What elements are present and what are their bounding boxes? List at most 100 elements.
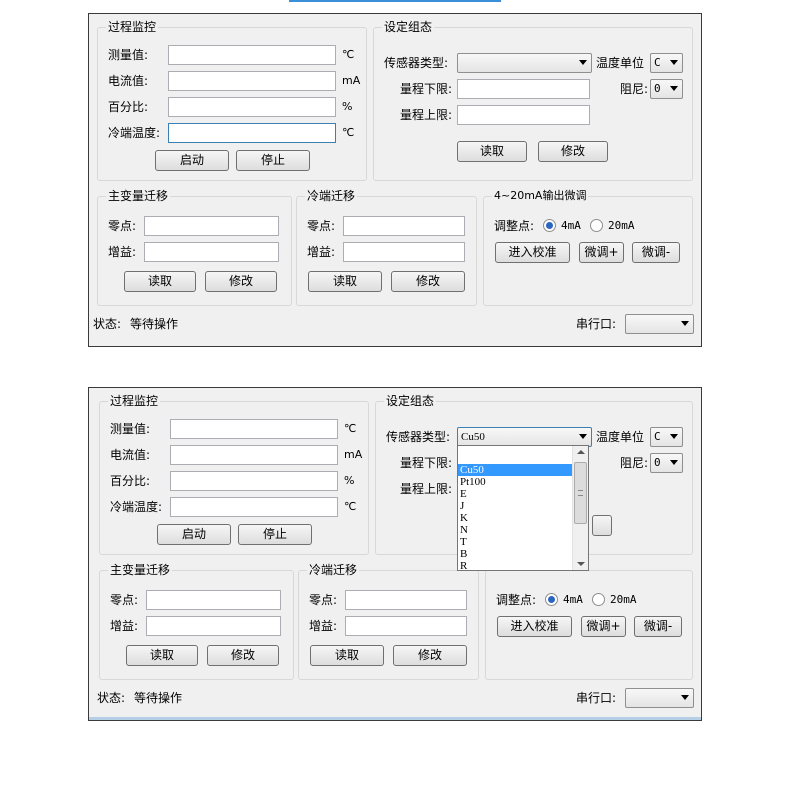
range-lower-label: 量程下限: bbox=[399, 82, 452, 96]
unit-celsius: ℃ bbox=[342, 126, 355, 139]
radio-4ma[interactable] bbox=[545, 593, 558, 606]
unit-ma: mA bbox=[342, 74, 361, 87]
dropdown-options: Cu50 Pt100 E J K N T B R bbox=[458, 464, 572, 570]
scroll-down-icon[interactable] bbox=[577, 562, 585, 566]
dropdown-option[interactable]: J bbox=[458, 500, 572, 512]
cold-read-button[interactable]: 读取 bbox=[310, 645, 384, 666]
stop-button[interactable]: 停止 bbox=[236, 150, 310, 171]
stop-button[interactable]: 停止 bbox=[238, 524, 312, 545]
trim-up-button[interactable]: 微调+ bbox=[581, 616, 626, 637]
dropdown-option[interactable]: Pt100 bbox=[458, 476, 572, 488]
dropdown-option[interactable]: B bbox=[458, 548, 572, 560]
current-label: 电流值: bbox=[110, 448, 151, 462]
dropdown-option[interactable]: T bbox=[458, 536, 572, 548]
status-label: 状态: bbox=[97, 691, 126, 705]
primary-read-button[interactable]: 读取 bbox=[126, 645, 198, 666]
output-trim-group: 调整点: 4mA 20mA 进入校准 微调+ 微调- bbox=[485, 570, 693, 680]
unit-celsius: ℃ bbox=[344, 500, 357, 513]
primary-gain-field[interactable] bbox=[144, 242, 279, 262]
current-value-field[interactable] bbox=[170, 445, 338, 465]
measured-value-field[interactable] bbox=[170, 419, 338, 439]
primary-modify-button[interactable]: 修改 bbox=[207, 645, 279, 666]
cold-read-button[interactable]: 读取 bbox=[308, 271, 382, 292]
group-title: 主变量迁移 bbox=[106, 189, 171, 203]
enter-calibration-button[interactable]: 进入校准 bbox=[497, 616, 572, 637]
measured-label: 测量值: bbox=[108, 48, 149, 62]
measured-value-field[interactable] bbox=[168, 45, 336, 65]
dropdown-option[interactable]: K bbox=[458, 512, 572, 524]
config-modify-button[interactable]: 修改 bbox=[538, 141, 608, 162]
percent-value-field[interactable] bbox=[168, 97, 336, 117]
cold-temp-field[interactable] bbox=[170, 497, 338, 517]
calibration-window-2: 过程监控 测量值: ℃ 电流值: mA 百分比: % 冷端温度: ℃ 启动 停止… bbox=[88, 387, 702, 721]
dropdown-option[interactable]: E bbox=[458, 488, 572, 500]
config-modify-button[interactable] bbox=[592, 515, 612, 536]
zero-label: 零点: bbox=[307, 219, 336, 233]
temp-unit-select[interactable]: C bbox=[650, 53, 683, 73]
cold-gain-field[interactable] bbox=[345, 616, 467, 636]
zero-label: 零点: bbox=[309, 593, 338, 607]
config-read-button[interactable]: 读取 bbox=[457, 141, 527, 162]
primary-zero-field[interactable] bbox=[144, 216, 279, 236]
primary-shift-group: 主变量迁移 零点: 增益: 读取 修改 bbox=[97, 189, 292, 306]
radio-20ma[interactable] bbox=[590, 219, 603, 232]
percent-value-field[interactable] bbox=[170, 471, 338, 491]
dropdown-option[interactable]: N bbox=[458, 524, 572, 536]
resistance-select[interactable]: 0 bbox=[650, 79, 683, 99]
dropdown-scrollbar[interactable] bbox=[572, 446, 588, 570]
sensor-type-select[interactable] bbox=[457, 53, 592, 73]
range-upper-field[interactable] bbox=[457, 105, 590, 125]
unit-percent: % bbox=[344, 474, 355, 487]
resistance-label: 阻尼: bbox=[619, 82, 648, 96]
primary-modify-button[interactable]: 修改 bbox=[205, 271, 277, 292]
start-button[interactable]: 启动 bbox=[157, 524, 231, 545]
radio-4ma[interactable] bbox=[543, 219, 556, 232]
cold-modify-button[interactable]: 修改 bbox=[393, 645, 467, 666]
chevron-down-icon bbox=[681, 321, 689, 326]
radio-20ma[interactable] bbox=[592, 593, 605, 606]
cold-shift-group: 冷端迁移 零点: 增益: 读取 修改 bbox=[296, 189, 477, 306]
cold-shift-group: 冷端迁移 零点: 增益: 读取 修改 bbox=[298, 563, 479, 680]
sensor-type-value: Cu50 bbox=[461, 431, 485, 443]
primary-zero-field[interactable] bbox=[146, 590, 281, 610]
temp-unit-label: 温度单位 bbox=[596, 430, 645, 444]
cold-zero-field[interactable] bbox=[343, 216, 465, 236]
serial-port-select[interactable] bbox=[625, 314, 694, 334]
scroll-up-icon[interactable] bbox=[577, 450, 585, 454]
current-value-field[interactable] bbox=[168, 71, 336, 91]
unit-percent: % bbox=[342, 100, 353, 113]
range-lower-field[interactable] bbox=[457, 79, 590, 99]
cold-gain-field[interactable] bbox=[343, 242, 465, 262]
cold-temp-field[interactable] bbox=[168, 123, 336, 143]
sensor-type-dropdown-list[interactable]: Cu50 Pt100 E J K N T B R bbox=[457, 445, 589, 571]
group-title: 4~20mA输出微调 bbox=[492, 189, 589, 203]
temp-unit-value: C bbox=[654, 56, 661, 69]
dropdown-option[interactable]: R bbox=[458, 560, 572, 570]
start-button[interactable]: 启动 bbox=[155, 150, 229, 171]
window-bottom-bar bbox=[89, 717, 701, 720]
temp-unit-select[interactable]: C bbox=[650, 427, 683, 447]
temp-unit-value: C bbox=[654, 430, 661, 443]
group-title: 设定组态 bbox=[384, 394, 437, 408]
trim-up-button[interactable]: 微调+ bbox=[579, 242, 624, 263]
cold-modify-button[interactable]: 修改 bbox=[391, 271, 465, 292]
dropdown-option[interactable]: Cu50 bbox=[458, 464, 572, 476]
scroll-thumb[interactable] bbox=[574, 462, 587, 524]
trim-down-button[interactable]: 微调- bbox=[634, 616, 682, 637]
enter-calibration-button[interactable]: 进入校准 bbox=[495, 242, 570, 263]
gain-label: 增益: bbox=[307, 245, 336, 259]
resistance-value: 0 bbox=[654, 456, 661, 469]
group-title: 过程监控 bbox=[108, 394, 161, 408]
primary-read-button[interactable]: 读取 bbox=[124, 271, 196, 292]
gain-label: 增益: bbox=[110, 619, 139, 633]
calibration-window-1: 过程监控 测量值: ℃ 电流值: mA 百分比: % 冷端温度: ℃ 启动 停止… bbox=[88, 13, 702, 347]
chevron-down-icon bbox=[579, 60, 587, 65]
sensor-type-select[interactable]: Cu50 bbox=[457, 427, 592, 447]
serial-port-select[interactable] bbox=[625, 688, 694, 708]
primary-gain-field[interactable] bbox=[146, 616, 281, 636]
cold-zero-field[interactable] bbox=[345, 590, 467, 610]
resistance-select[interactable]: 0 bbox=[650, 453, 683, 473]
trim-down-button[interactable]: 微调- bbox=[632, 242, 680, 263]
percent-label: 百分比: bbox=[108, 100, 149, 114]
gain-label: 增益: bbox=[309, 619, 338, 633]
